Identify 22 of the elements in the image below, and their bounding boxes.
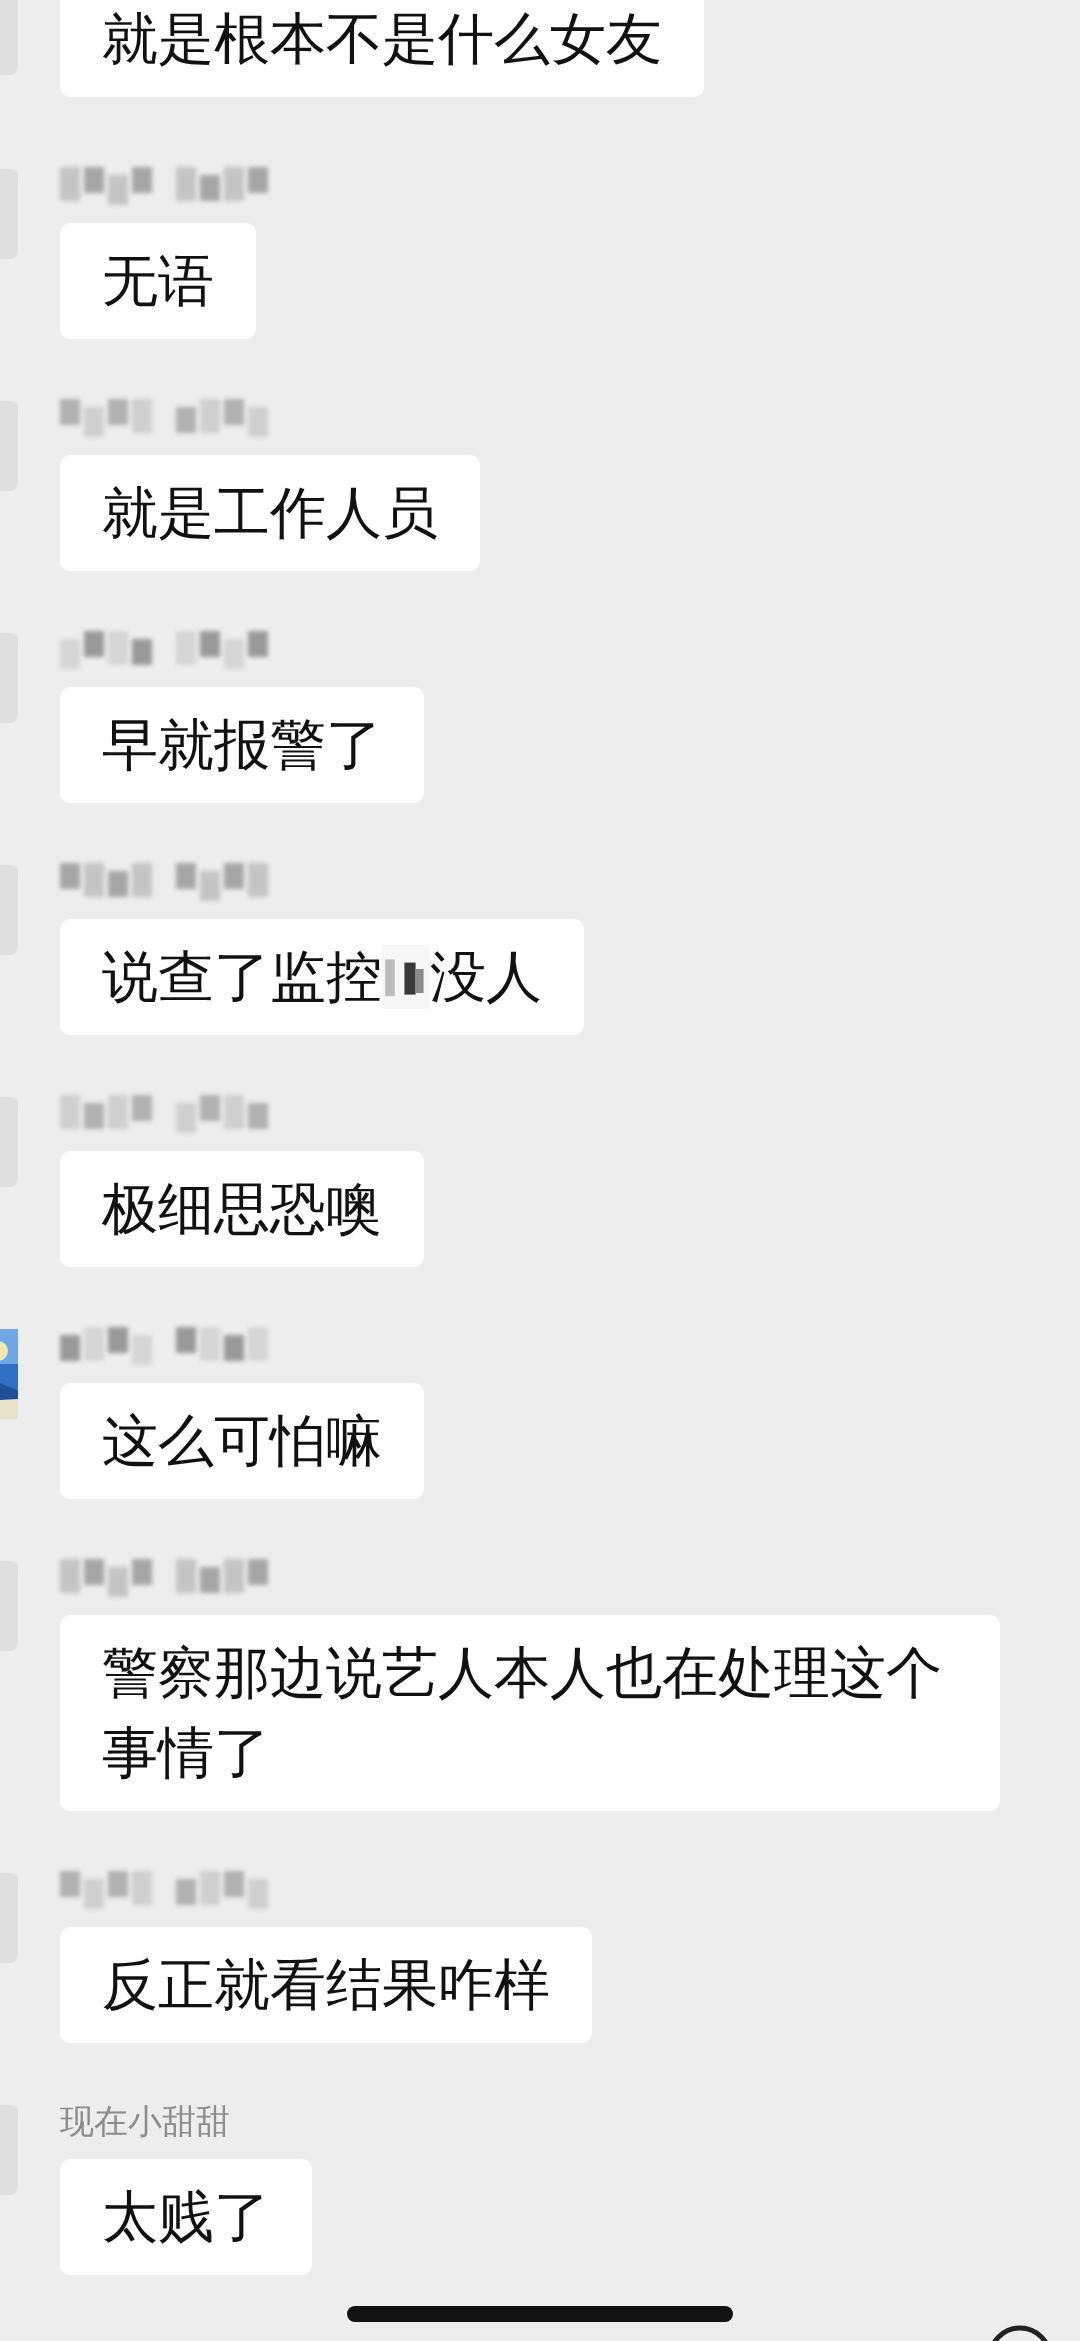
- message-bubble[interactable]: 这么可怕嘛: [60, 1383, 424, 1499]
- message-bubble[interactable]: 极细思恐噢: [60, 1151, 424, 1267]
- message-text: 警察那边说艺人本人也在处理这个事情了: [102, 1639, 943, 1787]
- message-text: 就是工作人员: [102, 479, 438, 547]
- message-text: 说查了监控: [102, 943, 382, 1011]
- sender-name: 现在小甜甜: [60, 2101, 230, 2141]
- message-text: 极细思恐噢: [102, 1175, 382, 1243]
- message-text: 无语: [102, 247, 214, 315]
- message-bubble[interactable]: 说查了监控 没人: [60, 919, 584, 1035]
- message-text: 太贱了: [102, 2183, 270, 2251]
- message-text: 这么可怕嘛: [102, 1407, 382, 1475]
- message-text: 没人: [430, 943, 542, 1011]
- message-bubble[interactable]: 无语: [60, 223, 256, 339]
- message-bubble[interactable]: 就是根本不是什么女友: [60, 0, 704, 97]
- message-text: 就是根本不是什么女友: [102, 5, 662, 73]
- message-bubble[interactable]: 反正就看结果咋样: [60, 1927, 592, 2043]
- message-bubble[interactable]: 太贱了: [60, 2159, 312, 2275]
- message-text: 反正就看结果咋样: [102, 1951, 550, 2019]
- message-text: 早就报警了: [102, 711, 382, 779]
- message-bubble[interactable]: 警察那边说艺人本人也在处理这个事情了: [60, 1615, 1000, 1811]
- message-bubble[interactable]: 就是工作人员: [60, 455, 480, 571]
- message-bubble[interactable]: 早就报警了: [60, 687, 424, 803]
